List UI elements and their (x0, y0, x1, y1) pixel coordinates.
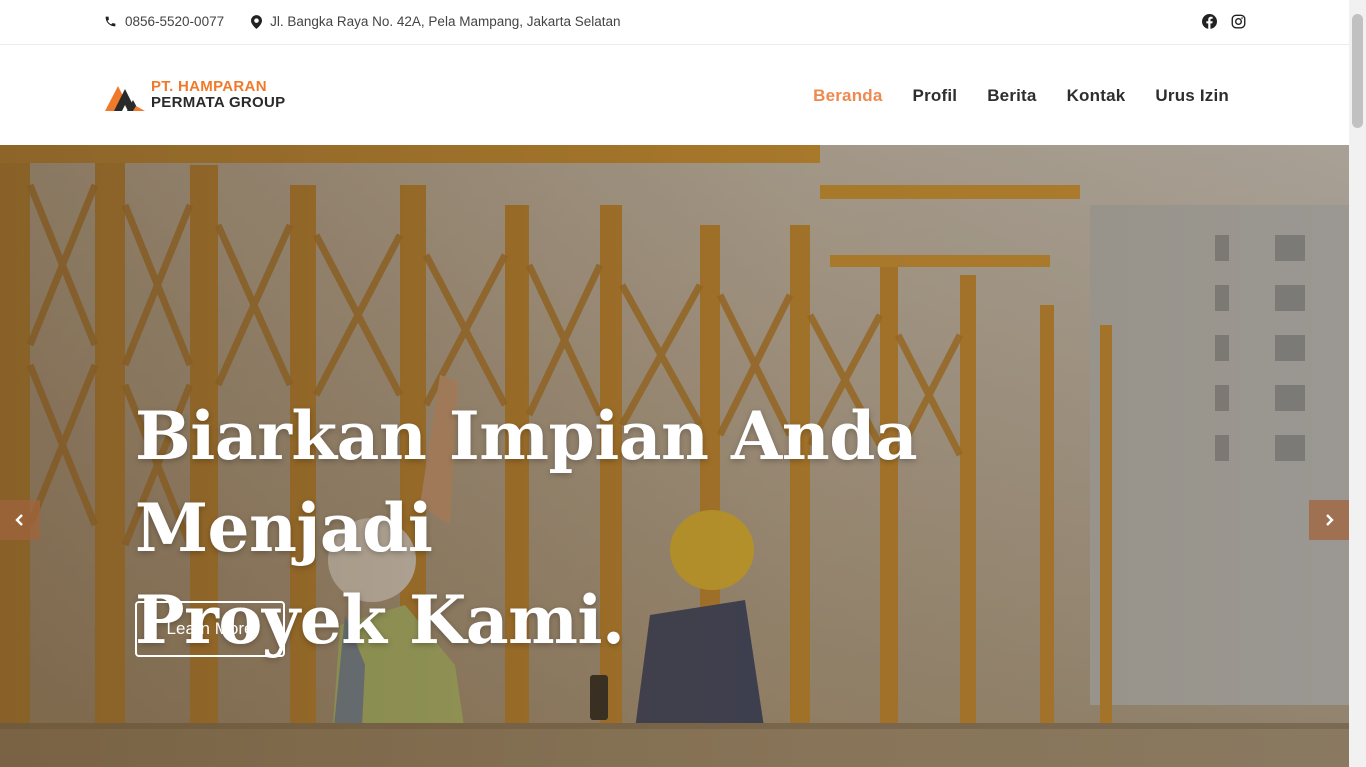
logo-text: PT. HAMPARAN PERMATA GROUP (151, 79, 285, 111)
address-text: Jl. Bangka Raya No. 42A, Pela Mampang, J… (270, 14, 621, 29)
slider-next-button[interactable] (1309, 500, 1349, 540)
contact-info: 0856-5520-0077 Jl. Bangka Raya No. 42A, … (104, 14, 648, 29)
instagram-icon[interactable] (1231, 14, 1246, 29)
nav-item-kontak[interactable]: Kontak (1067, 86, 1126, 106)
logo-mark-icon (105, 86, 145, 111)
logo-line-1: PT. HAMPARAN (151, 78, 267, 95)
site-header: PT. HAMPARAN PERMATA GROUP Beranda Profi… (0, 45, 1349, 145)
learn-more-button[interactable]: Learn More (135, 601, 285, 657)
page-scrollbar[interactable] (1349, 0, 1366, 767)
phone-icon (105, 16, 116, 27)
address-item: Jl. Bangka Raya No. 42A, Pela Mampang, J… (251, 14, 621, 29)
social-links (1202, 14, 1246, 29)
hero-slider: Biarkan Impian Anda Menjadi Proyek Kami.… (0, 145, 1349, 767)
logo[interactable]: PT. HAMPARAN PERMATA GROUP (105, 78, 285, 112)
top-bar: 0856-5520-0077 Jl. Bangka Raya No. 42A, … (0, 0, 1349, 45)
map-pin-icon (251, 14, 263, 29)
logo-line-2: PERMATA GROUP (151, 94, 286, 111)
hero-title-line-1: Biarkan Impian Anda Menjadi (135, 397, 918, 567)
nav-item-urus-izin[interactable]: Urus Izin (1155, 86, 1229, 106)
phone-item[interactable]: 0856-5520-0077 (104, 14, 224, 29)
main-nav: Beranda Profil Berita Kontak Urus Izin (813, 86, 1229, 106)
hero-title: Biarkan Impian Anda Menjadi Proyek Kami. (135, 390, 1185, 666)
chevron-left-icon (15, 514, 23, 526)
nav-item-profil[interactable]: Profil (913, 86, 958, 106)
phone-number: 0856-5520-0077 (125, 14, 225, 29)
page: 0856-5520-0077 Jl. Bangka Raya No. 42A, … (0, 0, 1349, 767)
scrollbar-thumb[interactable] (1352, 14, 1363, 128)
nav-item-beranda[interactable]: Beranda (813, 86, 882, 106)
facebook-icon[interactable] (1202, 14, 1217, 29)
slider-prev-button[interactable] (0, 500, 40, 540)
chevron-right-icon (1326, 514, 1334, 526)
nav-item-berita[interactable]: Berita (987, 86, 1036, 106)
